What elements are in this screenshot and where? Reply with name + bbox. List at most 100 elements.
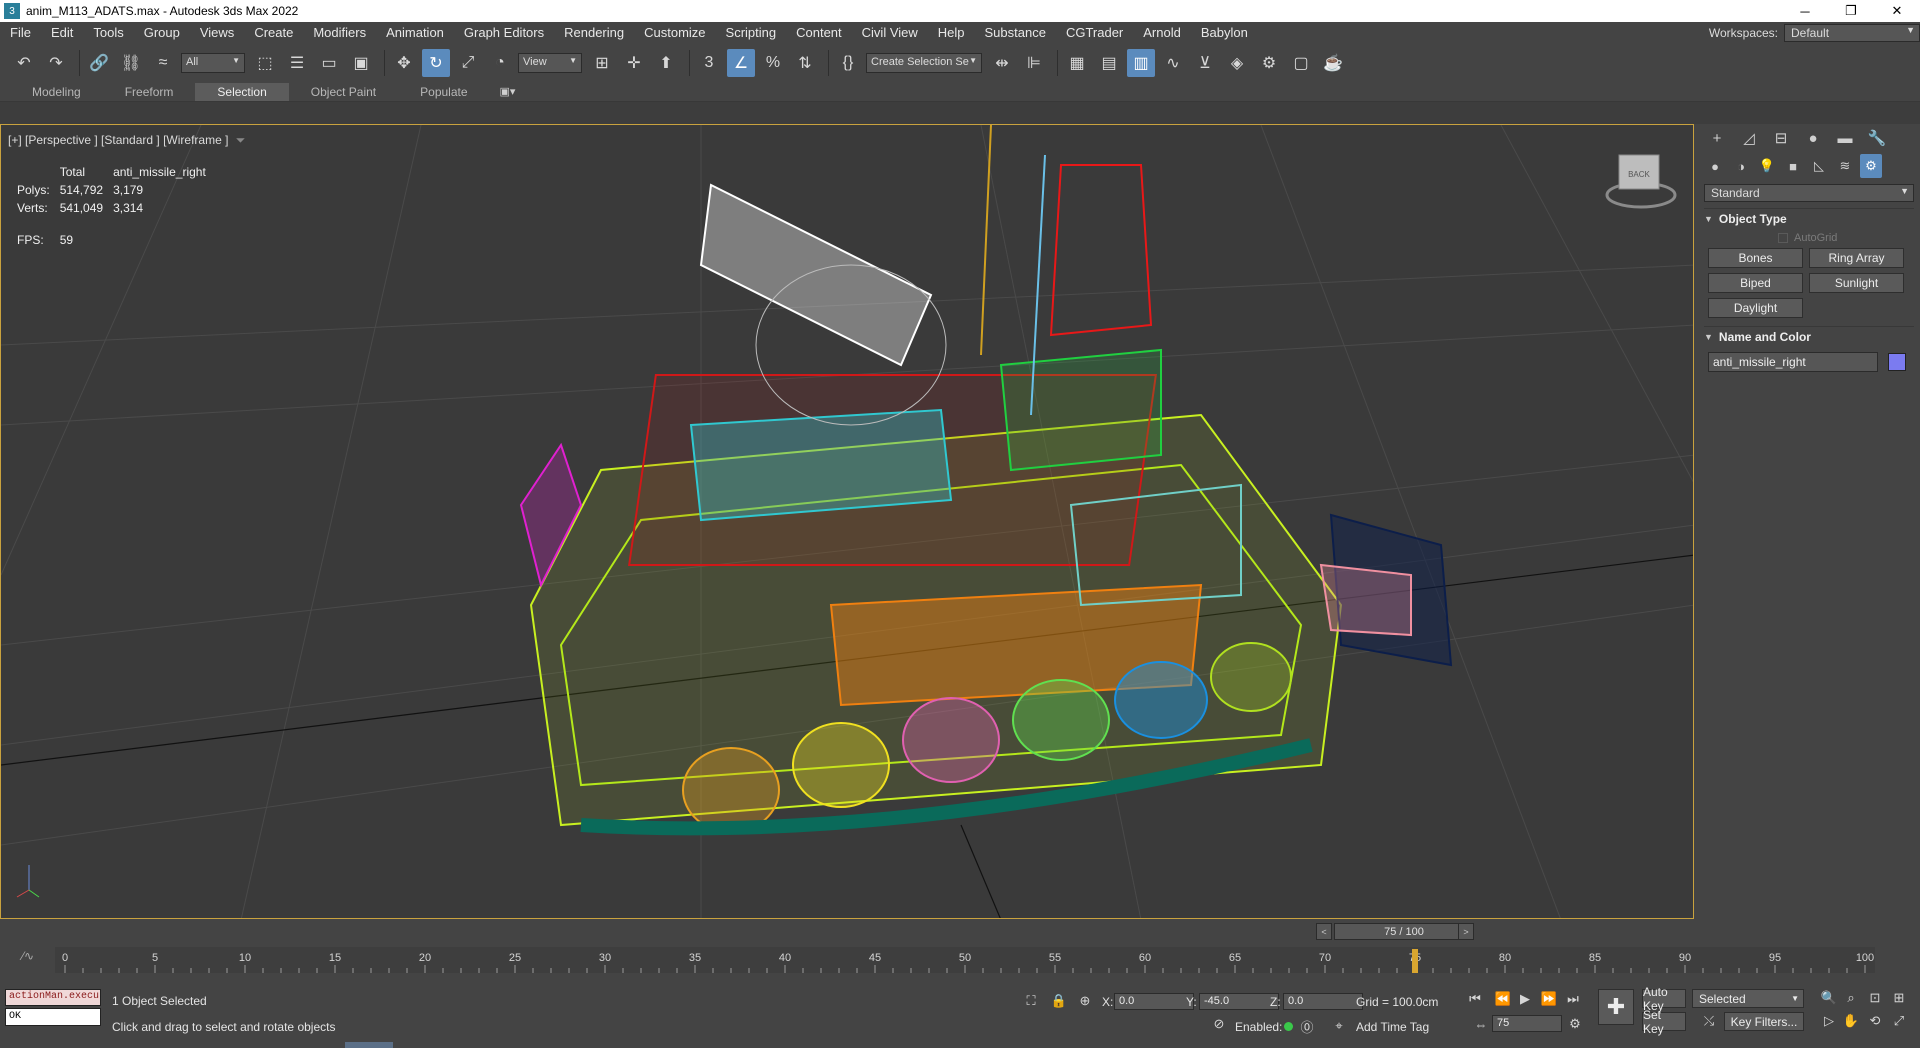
next-frame-icon[interactable]: ⏩ <box>1540 990 1558 1008</box>
category-dropdown[interactable]: Standard ▼ <box>1704 184 1914 202</box>
key-filters-button[interactable]: Key Filters... <box>1724 1012 1804 1031</box>
biped-button[interactable]: Biped <box>1708 273 1803 293</box>
ribbon-tab[interactable]: Modeling <box>10 83 103 101</box>
zoom-all-icon[interactable]: ⌕ <box>1842 989 1860 1007</box>
cameras-icon[interactable]: ■ <box>1782 154 1804 178</box>
sunlight-button[interactable]: Sunlight <box>1809 273 1904 293</box>
snaps-toggle-icon[interactable]: 3 <box>695 49 723 77</box>
zoom-icon[interactable]: 🔍 <box>1820 989 1838 1007</box>
schematic-view-icon[interactable]: ⊻ <box>1191 49 1219 77</box>
close-button[interactable]: ✕ <box>1874 0 1920 22</box>
object-type-rollout[interactable]: ▼ Object Type <box>1704 208 1914 228</box>
goto-start-icon[interactable]: ⏮ <box>1466 990 1484 1008</box>
y-coordinate-field[interactable]: -45.0 <box>1199 993 1279 1010</box>
menu-item[interactable]: Edit <box>41 22 83 44</box>
ribbon-tab[interactable]: Selection <box>195 82 289 101</box>
auto-key-button[interactable]: Auto Key <box>1642 985 1686 1013</box>
angle-snap-icon[interactable]: ∠ <box>727 49 755 77</box>
edit-named-selection-icon[interactable]: {} <box>834 49 862 77</box>
select-scale-icon[interactable]: ⤢ <box>454 49 482 77</box>
geometry-icon[interactable]: ● <box>1704 154 1726 178</box>
menu-item[interactable]: Animation <box>376 22 454 44</box>
select-object-icon[interactable]: ⬚ <box>251 49 279 77</box>
menu-item[interactable]: Customize <box>634 22 715 44</box>
time-tag-icon[interactable]: ⌖ <box>1330 1017 1348 1035</box>
name-and-color-rollout[interactable]: ▼ Name and Color <box>1704 326 1914 346</box>
maxscript-listener-input[interactable]: actionMan.execu <box>5 989 101 1006</box>
maximize-viewport-icon[interactable]: ⤢ <box>1890 1012 1908 1030</box>
manipulate-icon[interactable]: ⬆ <box>652 49 680 77</box>
menu-item[interactable]: Graph Editors <box>454 22 554 44</box>
minimize-button[interactable]: ─ <box>1782 0 1828 22</box>
previous-frame-icon[interactable]: ⏪ <box>1494 990 1512 1008</box>
workspace-dropdown[interactable]: Default ▼ <box>1784 24 1920 42</box>
x-coordinate-field[interactable]: 0.0 <box>1114 993 1194 1010</box>
ring-array-button[interactable]: Ring Array <box>1809 248 1904 268</box>
menu-item[interactable]: Tools <box>83 22 133 44</box>
scrollbar-thumb[interactable] <box>345 1042 393 1048</box>
shapes-icon[interactable]: ◑ <box>1730 154 1752 178</box>
viewcube[interactable]: BACK <box>1605 154 1677 209</box>
systems-icon[interactable]: ⚙ <box>1860 154 1882 178</box>
current-frame-marker[interactable] <box>1412 949 1418 973</box>
ribbon-tab[interactable]: Freeform <box>103 83 196 101</box>
maxscript-output[interactable]: OK <box>5 1008 101 1026</box>
percent-snap-icon[interactable]: % <box>759 49 787 77</box>
rendered-frame-window-icon[interactable]: ▢ <box>1287 49 1315 77</box>
default-in-out-tangent-icon[interactable]: ⤯ <box>1700 1012 1718 1030</box>
create-tab-icon[interactable]: + <box>1704 126 1730 150</box>
menu-item[interactable]: Content <box>786 22 852 44</box>
lock-icon[interactable]: 🔒 <box>1050 992 1068 1010</box>
space-warps-icon[interactable]: ≋ <box>1834 154 1856 178</box>
menu-item[interactable]: Arnold <box>1133 22 1191 44</box>
spinner-snap-icon[interactable]: ⇅ <box>791 49 819 77</box>
absolute-mode-icon[interactable]: ⊕ <box>1076 992 1094 1010</box>
goto-end-icon[interactable]: ⏭ <box>1564 990 1582 1008</box>
link-icon[interactable]: 🔗 <box>85 49 113 77</box>
material-editor-icon[interactable]: ◈ <box>1223 49 1251 77</box>
isolate-selection-icon[interactable]: ⛶ <box>1022 992 1040 1010</box>
curve-editor-mini-icon[interactable]: ⁄∿ <box>22 949 34 963</box>
menu-item[interactable]: Scripting <box>716 22 787 44</box>
motion-tab-icon[interactable]: ● <box>1800 126 1826 150</box>
adaptive-degradation-icon[interactable]: ⊘ <box>1210 1015 1228 1033</box>
add-time-tag[interactable]: Add Time Tag <box>1356 1020 1429 1034</box>
layer-explorer-icon[interactable]: ▤ <box>1095 49 1123 77</box>
utilities-tab-icon[interactable]: 🔧 <box>1864 126 1890 150</box>
time-slider-next[interactable]: > <box>1458 923 1474 940</box>
trackbar[interactable]: 0510152025303540455055606570758085909510… <box>0 945 1920 975</box>
menu-item[interactable]: Help <box>928 22 975 44</box>
set-keys-button[interactable]: ✚ <box>1598 989 1634 1025</box>
viewport-label-menu[interactable]: [+] [Perspective ] [Standard ] [Wirefram… <box>8 133 245 148</box>
select-by-name-icon[interactable]: ☰ <box>283 49 311 77</box>
menu-item[interactable]: Substance <box>975 22 1056 44</box>
display-tab-icon[interactable]: ▬ <box>1832 126 1858 150</box>
curve-editor-icon[interactable]: ∿ <box>1159 49 1187 77</box>
perspective-viewport[interactable]: BACK [+] [Perspective ] [Standard ] [Wir… <box>0 124 1694 919</box>
autogrid-checkbox[interactable]: AutoGrid <box>1778 232 1920 244</box>
menu-item[interactable]: Modifiers <box>303 22 376 44</box>
menu-item[interactable]: File <box>0 22 41 44</box>
render-setup-icon[interactable]: ⚙ <box>1255 49 1283 77</box>
selection-filter-dropdown[interactable]: All ▼ <box>181 53 245 73</box>
align-icon[interactable]: ⊫ <box>1020 49 1048 77</box>
keyboard-shortcut-icon[interactable]: ✛ <box>620 49 648 77</box>
mirror-icon[interactable]: ⇹ <box>988 49 1016 77</box>
z-coordinate-field[interactable]: 0.0 <box>1283 993 1363 1010</box>
select-place-icon[interactable]: ◔ <box>486 49 514 77</box>
undo-icon[interactable]: ↶ <box>10 49 38 77</box>
zoom-extents-all-icon[interactable]: ⊞ <box>1890 989 1908 1007</box>
ribbon-tab[interactable]: Populate <box>398 83 489 101</box>
menu-item[interactable]: Civil View <box>852 22 928 44</box>
object-color-swatch[interactable] <box>1888 353 1906 371</box>
pivot-center-icon[interactable]: ⊞ <box>588 49 616 77</box>
3dsmax-app-icon[interactable]: 3 <box>4 3 20 19</box>
time-tag-circle-icon[interactable]: ⓪ <box>1298 1017 1316 1035</box>
bones-button[interactable]: Bones <box>1708 248 1803 268</box>
helpers-icon[interactable]: ◺ <box>1808 154 1830 178</box>
ribbon-toggle-icon[interactable]: ▥ <box>1127 49 1155 77</box>
menu-item[interactable]: Group <box>134 22 190 44</box>
time-slider-prev[interactable]: < <box>1316 923 1332 940</box>
object-name-field[interactable]: anti_missile_right <box>1708 352 1878 372</box>
orbit-icon[interactable]: ⟲ <box>1866 1012 1884 1030</box>
